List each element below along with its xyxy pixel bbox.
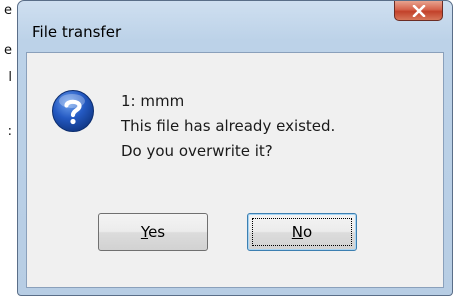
background-edge-text: e	[4, 3, 12, 18]
message-text: 1: mmm This file has already existed. Do…	[121, 89, 335, 164]
no-button-label: No	[291, 223, 313, 241]
message-line: This file has already existed.	[121, 117, 336, 135]
background-edge-text: :	[7, 124, 12, 139]
dialog-content: 1: mmm This file has already existed. Do…	[26, 52, 444, 288]
title-bar[interactable]: File transfer	[18, 1, 452, 41]
yes-button[interactable]: Yes	[98, 213, 208, 251]
question-icon	[52, 90, 94, 132]
message-line: Do you overwrite it?	[121, 142, 273, 160]
dialog-title: File transfer	[32, 23, 122, 41]
yes-button-label: Yes	[140, 223, 166, 241]
message-line: 1: mmm	[121, 92, 185, 110]
no-button[interactable]: No	[247, 213, 357, 251]
close-button[interactable]	[394, 1, 443, 21]
background-edge-text: l	[8, 70, 12, 85]
close-icon	[412, 4, 425, 17]
file-transfer-dialog: File transfer 1: mmm This file has alrea…	[17, 0, 453, 296]
background-edge-text: e	[4, 43, 12, 58]
